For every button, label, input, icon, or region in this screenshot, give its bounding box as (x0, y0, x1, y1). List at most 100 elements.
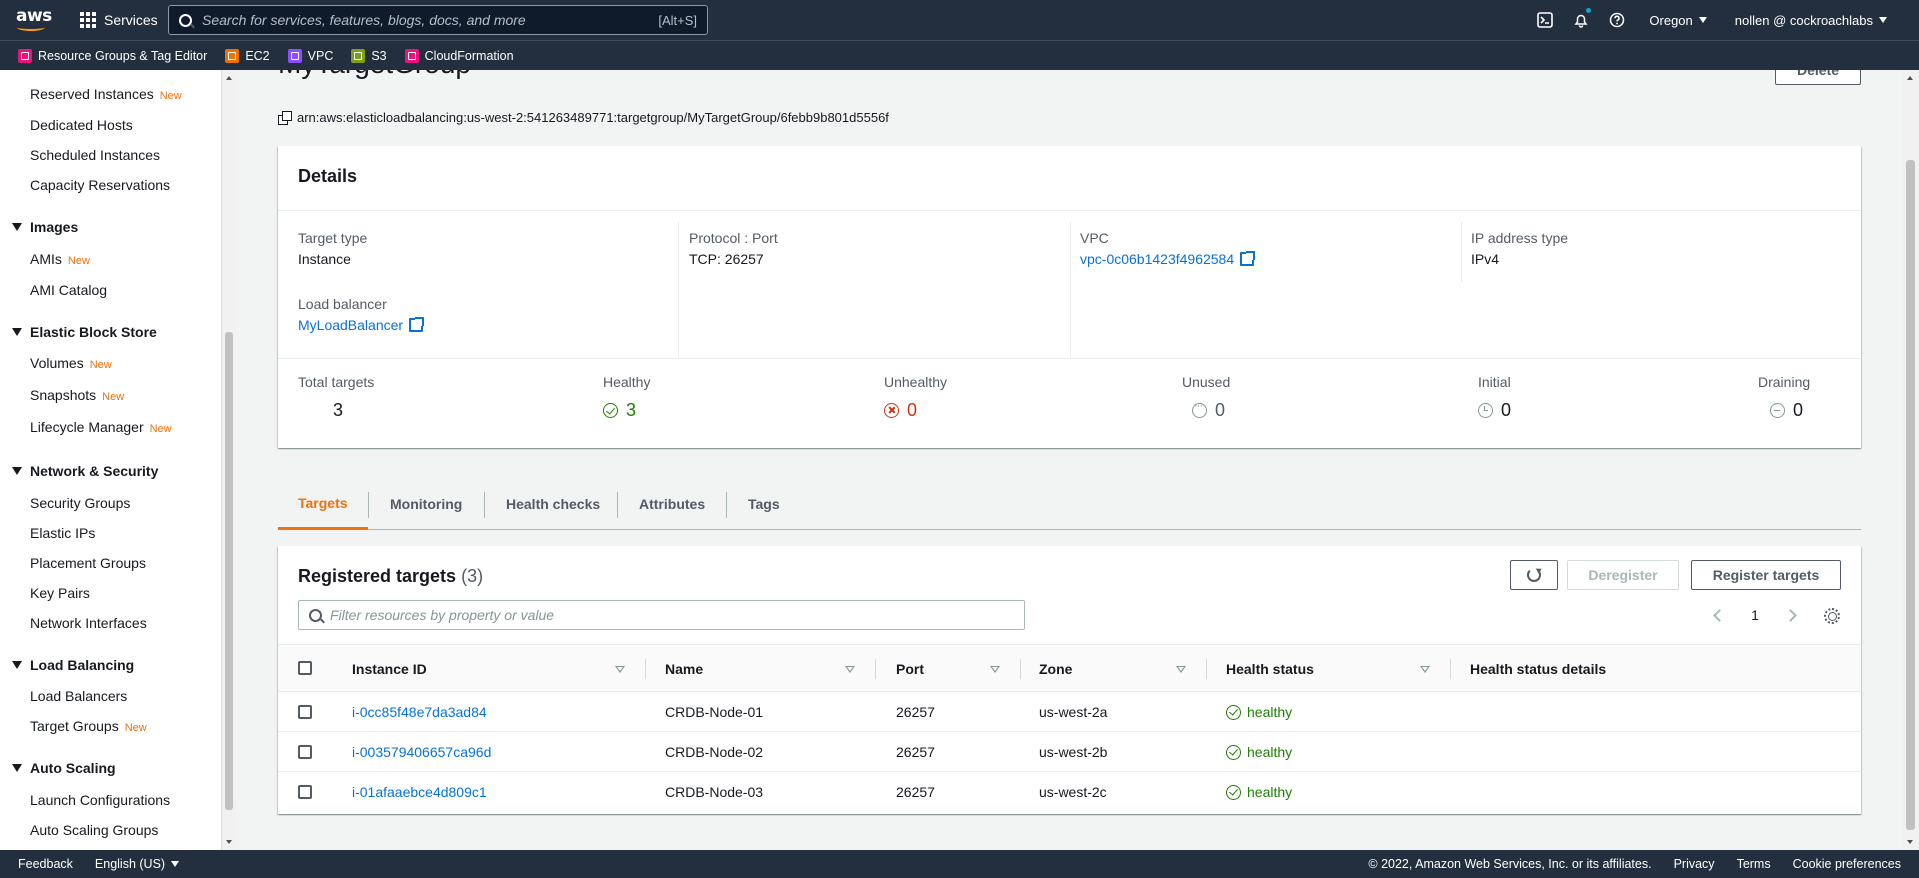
field-value: Instance (298, 251, 351, 267)
sidebar-item-placement-groups[interactable]: Placement Groups (30, 555, 146, 571)
cell-zone: us-west-2b (1039, 744, 1108, 760)
sidebar-scrollbar[interactable] (222, 70, 236, 850)
sidebar-section-elastic-block-store[interactable]: Elastic Block Store (12, 324, 157, 340)
favorite-vpc[interactable]: VPC (287, 48, 334, 63)
select-all-checkbox[interactable] (298, 661, 312, 675)
help-icon[interactable] (1599, 0, 1635, 40)
sidebar-item-scheduled-instances[interactable]: Scheduled Instances (30, 147, 160, 163)
global-search-input[interactable]: Search for services, features, blogs, do… (168, 5, 708, 35)
sidebar-item-launch-configurations[interactable]: Launch Configurations (30, 792, 170, 808)
sort-icon[interactable] (845, 666, 855, 673)
external-link-icon[interactable] (1240, 251, 1256, 266)
tab-targets[interactable]: Targets (278, 478, 368, 530)
favorite-s3[interactable]: S3 (351, 48, 387, 63)
favorite-resource-groups[interactable]: Resource Groups & Tag Editor (18, 48, 207, 63)
tab-health-checks[interactable]: Health checks (486, 478, 620, 530)
filter-input[interactable]: Filter resources by property or value (298, 600, 1025, 630)
region-selector[interactable]: Oregon (1635, 13, 1720, 28)
main-scrollbar[interactable] (1902, 70, 1919, 850)
sort-icon[interactable] (615, 666, 625, 673)
load-balancer-link[interactable]: MyLoadBalancer (298, 317, 403, 333)
sidebar-item-capacity-reservations[interactable]: Capacity Reservations (30, 177, 170, 193)
privacy-link[interactable]: Privacy (1674, 857, 1715, 871)
scroll-up-icon[interactable] (226, 76, 232, 80)
row-checkbox[interactable] (298, 705, 312, 719)
services-menu-button[interactable]: Services (80, 0, 158, 40)
sidebar-item-elastic-ips[interactable]: Elastic IPs (30, 525, 95, 541)
sort-icon[interactable] (990, 666, 1000, 673)
tab-tags[interactable]: Tags (728, 478, 800, 530)
column-separator (645, 659, 646, 679)
sidebar-item-load-balancers[interactable]: Load Balancers (30, 688, 127, 704)
sidebar-item-reserved-instances[interactable]: Reserved Instances New (30, 86, 182, 102)
settings-gear-icon[interactable] (1824, 608, 1840, 624)
account-menu[interactable]: nollen @ cockroachlabs (1721, 13, 1901, 28)
sidebar-section-auto-scaling[interactable]: Auto Scaling (12, 760, 116, 776)
sidebar-item-target-groups[interactable]: Target Groups New (30, 718, 147, 734)
column-health-status-details[interactable]: Health status details (1470, 645, 1606, 693)
row-checkbox[interactable] (298, 745, 312, 759)
sort-icon[interactable] (1176, 666, 1186, 673)
column-name[interactable]: Name (665, 645, 703, 693)
table-row[interactable]: i-01afaaebce4d809c1 CRDB-Node-03 26257 u… (278, 772, 1861, 812)
refresh-button[interactable] (1510, 560, 1558, 590)
sidebar-item-lifecycle-manager[interactable]: Lifecycle Manager New (30, 419, 172, 435)
instance-id-link[interactable]: i-01afaaebce4d809c1 (352, 784, 487, 800)
sidebar-section-images[interactable]: Images (12, 219, 78, 235)
sidebar-item-network-interfaces[interactable]: Network Interfaces (30, 615, 147, 631)
column-health-status[interactable]: Health status (1226, 645, 1314, 693)
favorite-cloudformation[interactable]: CloudFormation (404, 48, 514, 63)
column-zone[interactable]: Zone (1039, 645, 1072, 693)
instance-id-link[interactable]: i-003579406657ca96d (352, 744, 491, 760)
sort-icon[interactable] (1420, 666, 1430, 673)
table-row[interactable]: i-0cc85f48e7da3ad84 CRDB-Node-01 26257 u… (278, 692, 1861, 732)
language-selector[interactable]: English (US) (95, 857, 180, 871)
new-badge: New (159, 90, 182, 102)
scroll-down-icon[interactable] (1907, 840, 1913, 844)
terms-link[interactable]: Terms (1737, 857, 1771, 871)
deregister-button[interactable]: Deregister (1567, 560, 1679, 590)
sidebar-item-security-groups[interactable]: Security Groups (30, 495, 130, 511)
sidebar-item-amis[interactable]: AMIs New (30, 251, 90, 267)
count-value: 0 (1215, 400, 1226, 420)
cookie-preferences-link[interactable]: Cookie preferences (1793, 857, 1901, 871)
favorite-label: VPC (307, 48, 334, 63)
copy-icon[interactable] (278, 111, 292, 125)
page-number[interactable]: 1 (1751, 607, 1759, 623)
aws-logo[interactable]: aws (16, 7, 52, 33)
column-port[interactable]: Port (896, 645, 924, 693)
sidebar-item-snapshots[interactable]: Snapshots New (30, 387, 124, 403)
notifications-bell-icon[interactable] (1563, 0, 1599, 40)
sidebar-section-label: Load Balancing (30, 657, 135, 673)
column-instance-id[interactable]: Instance ID (352, 645, 427, 693)
chevron-left-icon[interactable] (1713, 608, 1726, 622)
sidebar-item-dedicated-hosts[interactable]: Dedicated Hosts (30, 117, 133, 133)
search-icon (179, 13, 192, 27)
scrollbar-thumb[interactable] (225, 332, 233, 810)
column-separator (1020, 659, 1021, 679)
sidebar-item-key-pairs[interactable]: Key Pairs (30, 585, 90, 601)
sidebar-item-ami-catalog[interactable]: AMI Catalog (30, 282, 107, 298)
feedback-link[interactable]: Feedback (18, 857, 73, 871)
table-row[interactable]: i-003579406657ca96d CRDB-Node-02 26257 u… (278, 732, 1861, 772)
tab-attributes[interactable]: Attributes (619, 478, 725, 530)
instance-id-link[interactable]: i-0cc85f48e7da3ad84 (352, 704, 487, 720)
favorite-ec2[interactable]: EC2 (225, 48, 270, 63)
scroll-up-icon[interactable] (1907, 76, 1913, 80)
tab-monitoring[interactable]: Monitoring (370, 478, 482, 530)
row-checkbox[interactable] (298, 785, 312, 799)
sidebar-item-volumes[interactable]: Volumes New (30, 355, 112, 371)
sidebar-section-load-balancing[interactable]: Load Balancing (12, 657, 134, 673)
scroll-down-icon[interactable] (226, 840, 232, 844)
cell-zone: us-west-2c (1039, 784, 1107, 800)
external-link-icon[interactable] (409, 317, 425, 332)
resource-groups-icon (18, 48, 32, 63)
sidebar-item-auto-scaling-groups[interactable]: Auto Scaling Groups (30, 822, 158, 838)
chevron-right-icon[interactable] (1784, 608, 1797, 622)
cloudshell-icon[interactable] (1527, 0, 1563, 40)
sidebar-section-network-security[interactable]: Network & Security (12, 463, 158, 479)
scrollbar-thumb[interactable] (1906, 160, 1915, 830)
s3-icon (351, 48, 366, 63)
vpc-link[interactable]: vpc-0c06b1423f4962584 (1080, 251, 1234, 267)
register-targets-button[interactable]: Register targets (1691, 560, 1841, 590)
